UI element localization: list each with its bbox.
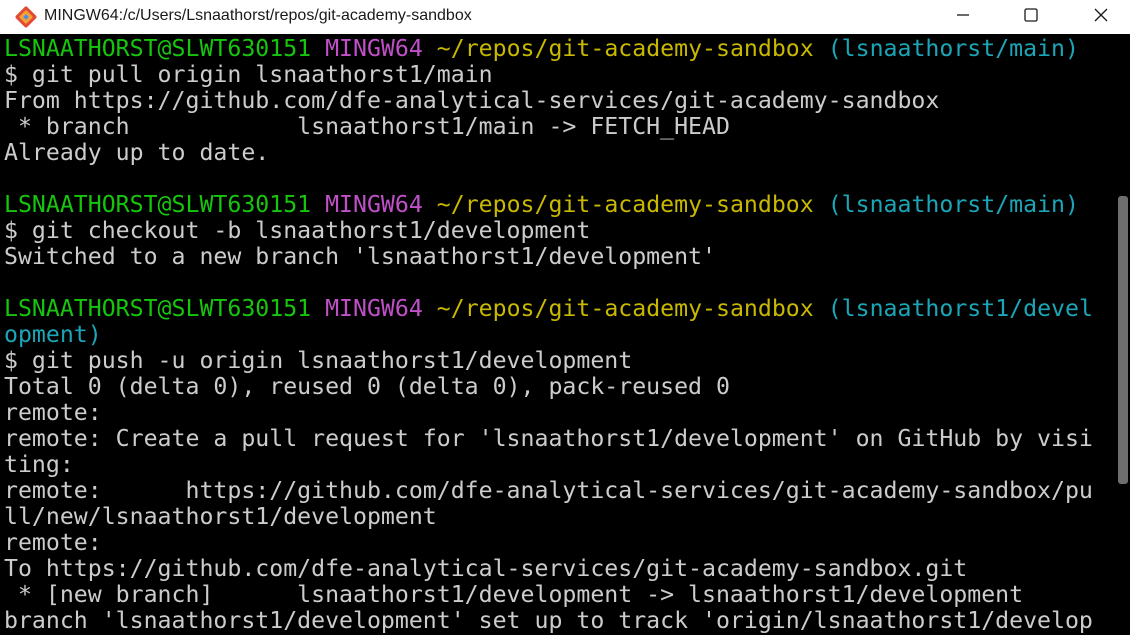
output-line: From https://github.com/dfe-analytical-s… <box>4 87 940 114</box>
prompt-path: ~/repos/git-academy-sandbox <box>436 191 814 218</box>
prompt-branch: (lsnaathorst1/devel <box>827 295 1093 322</box>
prompt-env: MINGW64 <box>325 295 423 322</box>
output-line: ll/new/lsnaathorst1/development <box>4 503 437 530</box>
prompt-line: LSNAATHORST@SLWT630151 MINGW64 ~/repos/g… <box>4 192 1114 218</box>
output-line: * branch lsnaathorst1/main -> FETCH_HEAD <box>4 113 730 140</box>
output-line: Total 0 (delta 0), reused 0 (delta 0), p… <box>4 373 730 400</box>
prompt-branch: (lsnaathorst/main) <box>827 191 1079 218</box>
prompt-branch: (lsnaathorst/main) <box>827 36 1079 62</box>
close-button[interactable] <box>1078 0 1124 34</box>
output-line: To https://github.com/dfe-analytical-ser… <box>4 555 968 582</box>
window-title: MINGW64:/c/Users/Lsnaathorst/repos/git-a… <box>44 7 472 24</box>
output-line: ting: <box>4 451 74 478</box>
prompt-env: MINGW64 <box>325 191 423 218</box>
prompt-line: LSNAATHORST@SLWT630151 MINGW64 ~/repos/g… <box>4 36 1114 62</box>
output-line: remote: <box>4 529 102 556</box>
minimize-icon <box>956 8 970 27</box>
output-line: remote: Create a pull request for 'lsnaa… <box>4 425 1093 452</box>
prompt-path: ~/repos/git-academy-sandbox <box>436 36 814 62</box>
terminal-output[interactable]: LSNAATHORST@SLWT630151 MINGW64 ~/repos/g… <box>4 36 1114 635</box>
prompt-path: ~/repos/git-academy-sandbox <box>436 295 814 322</box>
git-diamond-icon <box>13 4 39 30</box>
output-line: remote: https://github.com/dfe-analytica… <box>4 477 1093 504</box>
maximize-icon <box>1024 7 1038 27</box>
prompt-line: LSNAATHORST@SLWT630151 MINGW64 ~/repos/g… <box>4 296 1114 322</box>
command-line: $ git checkout -b lsnaathorst1/developme… <box>4 217 591 244</box>
minimize-button[interactable] <box>940 0 986 34</box>
output-line: Already up to date. <box>4 139 270 166</box>
output-line: Switched to a new branch 'lsnaathorst1/d… <box>4 243 716 270</box>
output-line: remote: <box>4 399 102 426</box>
output-line: * [new branch] lsnaathorst1/development … <box>4 581 1024 608</box>
scrollbar-thumb[interactable] <box>1118 196 1128 484</box>
prompt-line-wrap: opment) <box>4 322 1114 348</box>
prompt-user: LSNAATHORST@SLWT630151 <box>4 191 312 218</box>
prompt-user: LSNAATHORST@SLWT630151 <box>4 36 312 62</box>
close-icon <box>1094 8 1108 27</box>
title-bar[interactable]: MINGW64:/c/Users/Lsnaathorst/repos/git-a… <box>0 0 1130 34</box>
terminal-window: MINGW64:/c/Users/Lsnaathorst/repos/git-a… <box>0 0 1130 635</box>
prompt-env: MINGW64 <box>325 36 423 62</box>
maximize-button[interactable] <box>1008 0 1054 34</box>
prompt-user: LSNAATHORST@SLWT630151 <box>4 295 312 322</box>
prompt-branch: opment) <box>4 321 102 348</box>
vertical-scrollbar[interactable] <box>1116 34 1130 635</box>
command-line: $ git push -u origin lsnaathorst1/develo… <box>4 347 633 374</box>
output-line: branch 'lsnaathorst1/development' set up… <box>4 607 1093 634</box>
command-line: $ git pull origin lsnaathorst1/main <box>4 61 493 88</box>
